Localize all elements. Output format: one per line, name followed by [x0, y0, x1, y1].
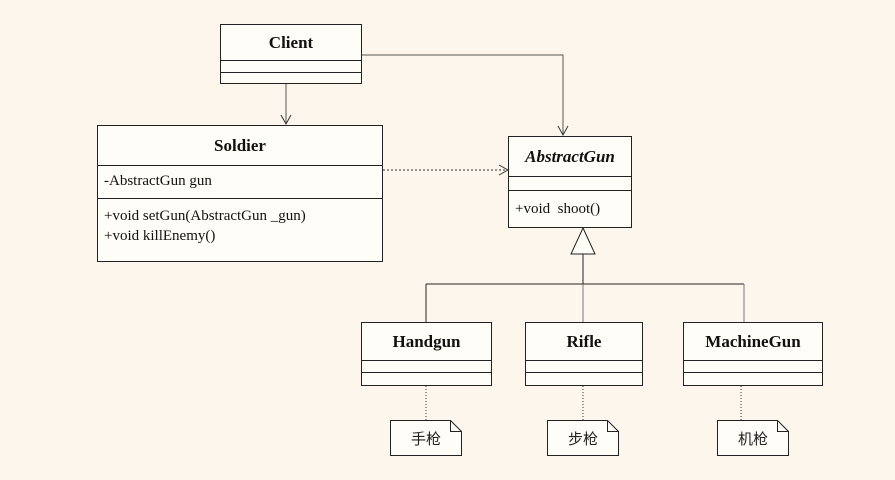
soldier-attribute-gun: -AbstractGun gun [104, 173, 212, 189]
soldier-class-name: Soldier [98, 126, 382, 166]
soldier-method-setgun: +void setGun(AbstractGun _gun) [104, 208, 306, 224]
machinegun-class[interactable]: MachineGun [683, 322, 823, 386]
handgun-class-name: Handgun [362, 323, 491, 361]
abstractgun-method-shoot: +void shoot() [515, 201, 601, 217]
handgun-attributes [362, 361, 491, 373]
abstractgun-class-name: AbstractGun [509, 137, 631, 177]
handgun-note: 手枪 [390, 420, 462, 456]
soldier-methods: +void setGun(AbstractGun _gun) +void kil… [98, 199, 382, 248]
rifle-note: 步枪 [547, 420, 619, 456]
machinegun-note-text: 机枪 [737, 429, 768, 448]
abstractgun-class[interactable]: AbstractGun +void shoot() [508, 136, 632, 228]
handgun-methods [362, 373, 491, 385]
abstractgun-attributes [509, 177, 631, 191]
client-attributes [221, 61, 361, 73]
rifle-methods [526, 373, 642, 385]
soldier-class[interactable]: Soldier -AbstractGun gun +void setGun(Ab… [97, 125, 383, 262]
rifle-class[interactable]: Rifle [525, 322, 643, 386]
rifle-attributes [526, 361, 642, 373]
handgun-class[interactable]: Handgun [361, 322, 492, 386]
client-abstractgun-association [362, 54, 569, 137]
abstractgun-methods: +void shoot() [509, 191, 631, 221]
client-class[interactable]: Client [220, 24, 362, 84]
class-diagram: Client Soldier -AbstractGun gun +void se… [0, 0, 895, 480]
client-methods [221, 73, 361, 83]
machinegun-methods [684, 373, 822, 385]
handgun-note-text: 手枪 [410, 429, 441, 448]
machinegun-note: 机枪 [717, 420, 789, 456]
machinegun-attributes [684, 361, 822, 373]
generalization-triangle [570, 226, 596, 255]
rifle-note-text: 步枪 [567, 429, 598, 448]
soldier-method-killenemy: +void killEnemy() [104, 228, 216, 244]
soldier-attributes: -AbstractGun gun [98, 166, 382, 199]
client-class-name: Client [221, 25, 361, 61]
rifle-class-name: Rifle [526, 323, 642, 361]
machinegun-class-name: MachineGun [684, 323, 822, 361]
